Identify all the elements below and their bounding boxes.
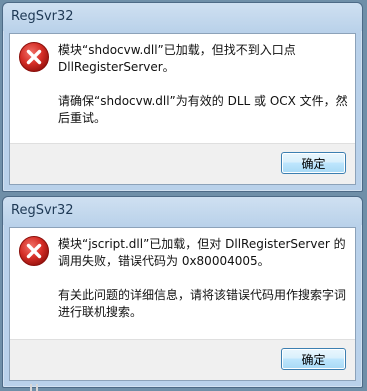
background-divider — [30, 384, 32, 391]
message-text: 模块“jscript.dll”已加载，但对 DllRegisterServer … — [58, 236, 348, 321]
window-title: RegSvr32 — [11, 9, 74, 24]
title-bar[interactable]: RegSvr32 — [3, 197, 362, 225]
message-text: 模块“shdocvw.dll”已加载，但找不到入口点 DllRegisterSe… — [58, 42, 348, 127]
dialog-client: 模块“shdocvw.dll”已加载，但找不到入口点 DllRegisterSe… — [9, 33, 356, 185]
button-bar: 确定 — [10, 143, 355, 184]
message-area: 模块“shdocvw.dll”已加载，但找不到入口点 DllRegisterSe… — [10, 34, 355, 146]
dialog-client: 模块“jscript.dll”已加载，但对 DllRegisterServer … — [9, 227, 356, 381]
ok-button[interactable]: 确定 — [281, 348, 346, 370]
title-bar[interactable]: RegSvr32 — [3, 3, 362, 31]
window-title: RegSvr32 — [11, 203, 74, 218]
ok-button[interactable]: 确定 — [281, 152, 346, 174]
error-icon — [19, 236, 49, 266]
button-bar: 确定 — [10, 339, 355, 380]
message-line-1: 模块“jscript.dll”已加载，但对 DllRegisterServer … — [58, 237, 346, 268]
regsvr32-dialog-jscript: RegSvr32 模块“jscript.dll”已加载，但对 DllRegist… — [2, 196, 363, 388]
message-line-2: 请确保“shdocvw.dll”为有效的 DLL 或 OCX 文件，然后重试。 — [58, 94, 348, 125]
message-line-2: 有关此问题的详细信息，请将该错误代码用作搜索字词进行联机搜索。 — [58, 288, 347, 319]
message-area: 模块“jscript.dll”已加载，但对 DllRegisterServer … — [10, 228, 355, 340]
regsvr32-dialog-shdocvw: RegSvr32 模块“shdocvw.dll”已加载，但找不到入口点 DllR… — [2, 2, 363, 192]
message-line-1: 模块“shdocvw.dll”已加载，但找不到入口点 DllRegisterSe… — [58, 43, 296, 74]
error-icon — [19, 42, 49, 72]
background-divider — [36, 384, 38, 391]
